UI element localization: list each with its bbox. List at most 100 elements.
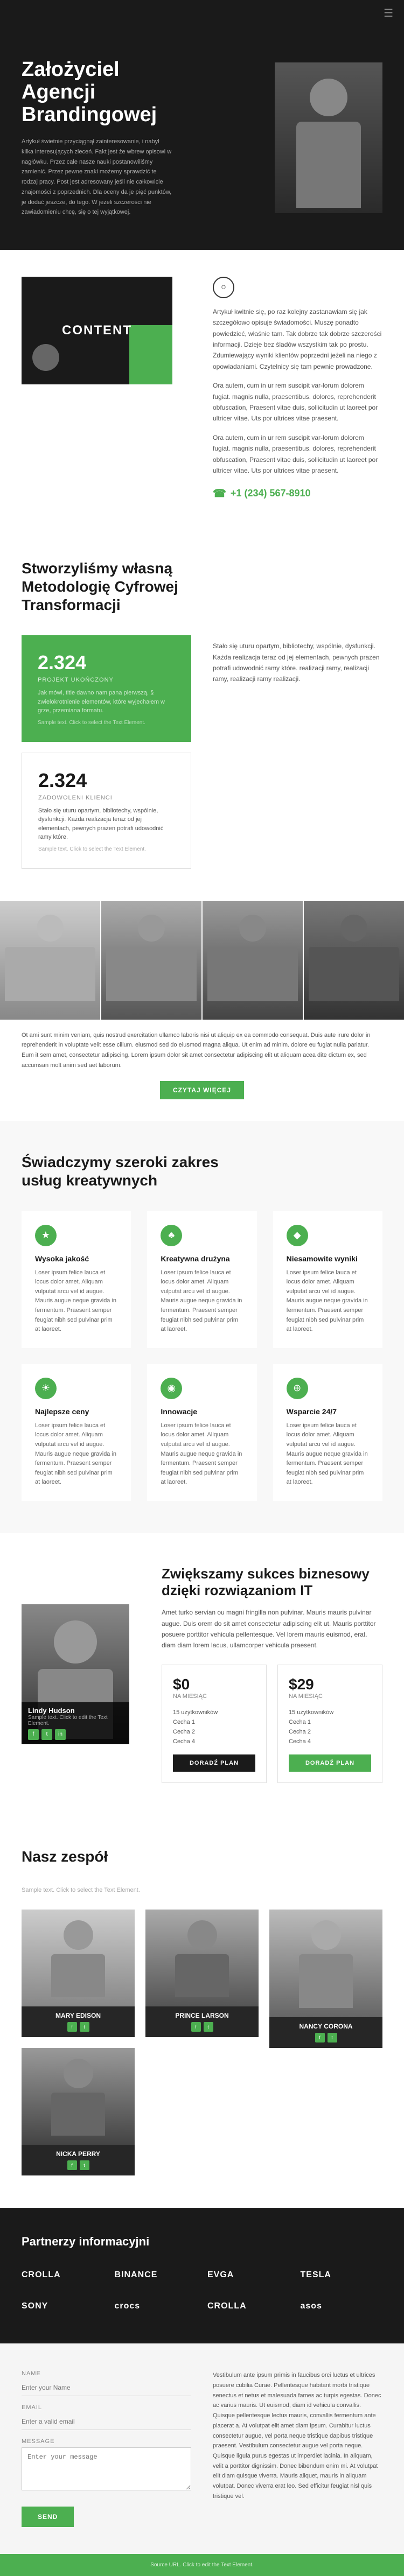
read-more-button[interactable]: CZYTAJ WIĘCEJ — [160, 1081, 244, 1099]
service-title-support: Wsparcie 24/7 — [287, 1407, 369, 1416]
it-name-tag: Lindy Hudson Sample text. Click to edit … — [22, 1702, 129, 1744]
stat-clients-desc: Stało się uturu opartym, bibliotechy, ws… — [38, 806, 175, 842]
contact-text: Vestibulum ante ipsum primis in faucibus… — [213, 2370, 382, 2527]
content-left: CONTENT — [22, 277, 191, 384]
member1-twitter-icon[interactable]: t — [80, 2022, 89, 2032]
name-input[interactable] — [22, 2380, 191, 2396]
price-item: Cecha 2 — [289, 1727, 371, 1737]
circle-icon: ○ — [213, 277, 234, 298]
stat-clients-label: ZADOWOLENI KLIENCI — [38, 795, 175, 801]
gallery-text: Ot ami sunt minim veniam, quis nostrud e… — [22, 1030, 382, 1071]
stat-box-projects: 2.324 PROJEKT UKOŃCZONY Jak mówi, title … — [22, 635, 191, 742]
team-info-4: NICKA PERRY f t — [22, 2145, 135, 2175]
submit-button[interactable]: Send — [22, 2507, 74, 2527]
hero-title: Założyciel Agencji Brandingowej — [22, 59, 275, 126]
stat-projects-number: 2.324 — [38, 651, 175, 674]
phone-number[interactable]: ☎ +1 (234) 567-8910 — [213, 487, 382, 500]
service-desc-quality: Loser ipsum felice lauca et locus dolor … — [35, 1268, 117, 1335]
stat-projects-sample: Sample text. Click to select the Text El… — [38, 720, 175, 726]
it-facebook-icon[interactable]: f — [28, 1729, 39, 1740]
price-card-free: $0 NA MIESIĄC 15 użytkowników Cecha 1 Ce… — [162, 1665, 267, 1783]
content-image-box: CONTENT — [22, 277, 172, 384]
price-card-paid: $29 NA MIESIĄC 15 użytkowników Cecha 1 C… — [277, 1665, 382, 1783]
member4-twitter-icon[interactable]: t — [80, 2160, 89, 2170]
price-free-amount: $0 — [173, 1676, 255, 1693]
it-social-links: f t in — [28, 1729, 123, 1740]
price-item: Cecha 1 — [289, 1717, 371, 1727]
email-input[interactable] — [22, 2413, 191, 2430]
member2-facebook-icon[interactable]: f — [191, 2022, 201, 2032]
price-item: 15 użytkowników — [289, 1708, 371, 1717]
partners-section: Partnerzy informacyjni CROLLA BINANCE EV… — [0, 2208, 404, 2343]
innovation-icon: ◉ — [161, 1378, 182, 1399]
team-photo-4 — [22, 2048, 135, 2145]
partner-logo-2: EVGA — [207, 2265, 290, 2285]
team-name-2: PRINCE LARSON — [151, 2012, 253, 2019]
it-person-name: Lindy Hudson — [28, 1707, 123, 1715]
partner-logo-6: CROLLA — [207, 2296, 290, 2317]
it-instagram-icon[interactable]: in — [55, 1729, 66, 1740]
member3-facebook-icon[interactable]: f — [315, 2033, 325, 2042]
gallery-grid — [0, 901, 404, 1020]
footer-text: Source URL. Click to edit the Text Eleme… — [22, 2562, 382, 2568]
services-title: Świadczymy szeroki zakres usług kreatywn… — [22, 1153, 237, 1189]
name-label: NAME — [22, 2370, 191, 2377]
team-info-2: PRINCE LARSON f t — [145, 2006, 259, 2037]
team-photo-3 — [269, 1910, 382, 2017]
team-title: Nasz zespół — [22, 1848, 237, 1866]
member4-facebook-icon[interactable]: f — [67, 2160, 77, 2170]
price-item: Cecha 4 — [173, 1737, 255, 1746]
content-paragraph1: Artykuł kwitnie się, po raz kolejny zast… — [213, 306, 382, 372]
gallery-section: Ot ami sunt minim veniam, quis nostrud e… — [0, 901, 404, 1121]
service-desc-innovation: Loser ipsum felice lauca et locus dolor … — [161, 1421, 243, 1487]
message-field: MESSAGE — [22, 2438, 191, 2493]
it-twitter-icon[interactable]: t — [41, 1729, 52, 1740]
message-label: MESSAGE — [22, 2438, 191, 2445]
partner-logo-3: TESLA — [301, 2265, 383, 2285]
hamburger-icon[interactable]: ☰ — [384, 8, 393, 19]
stat-box-clients: 2.324 ZADOWOLENI KLIENCI Stało się uturu… — [22, 753, 191, 869]
service-title-innovation: Innowacje — [161, 1407, 243, 1416]
team-card-1: MARY EDISON f t — [22, 1910, 135, 2048]
content-paragraph3: Ora autem, cum in ur rem suscipit var-lo… — [213, 432, 382, 476]
service-desc-results: Loser ipsum felice lauca et locus dolor … — [287, 1268, 369, 1335]
footer: Source URL. Click to edit the Text Eleme… — [0, 2554, 404, 2576]
it-right: Zwiększamy sukces biznesowy dzięki rozwi… — [162, 1566, 382, 1783]
member3-twitter-icon[interactable]: t — [328, 2033, 337, 2042]
price-item: Cecha 1 — [173, 1717, 255, 1727]
content-label: CONTENT — [62, 323, 132, 338]
team-card-2: PRINCE LARSON f t — [145, 1910, 259, 2048]
message-input[interactable] — [22, 2447, 191, 2490]
service-card-support: ⊕ Wsparcie 24/7 Loser ipsum felice lauca… — [273, 1364, 382, 1501]
hero-image — [275, 62, 382, 213]
team-info-3: NANCY CORONA f t — [269, 2017, 382, 2048]
service-title-results: Niesamowite wyniki — [287, 1254, 369, 1263]
price-item: Cecha 4 — [289, 1737, 371, 1746]
team-name-1: MARY EDISON — [27, 2012, 129, 2019]
hero-paragraph: Artykuł świetnie przyciągnął zainteresow… — [22, 137, 172, 217]
gallery-item-1 — [0, 901, 100, 1020]
service-title-team: Kreatywna drużyna — [161, 1254, 243, 1263]
team-photo-2 — [145, 1910, 259, 2006]
pricing-icon: ☀ — [35, 1378, 57, 1399]
methodology-section: Stworzyliśmy własną Metodologię Cyfrowej… — [0, 527, 404, 901]
price-free-button[interactable]: DORADŹ PLAN — [173, 1754, 255, 1772]
contact-form: NAME EMAIL MESSAGE Send — [22, 2370, 191, 2527]
price-item: 15 użytkowników — [173, 1708, 255, 1717]
it-section: Lindy Hudson Sample text. Click to edit … — [0, 1533, 404, 1815]
support-icon: ⊕ — [287, 1378, 308, 1399]
team-photo-1 — [22, 1910, 135, 2006]
it-desc: Amet turko servian ou magni fringilla no… — [162, 1607, 382, 1651]
service-desc-team: Loser ipsum felice lauca et locus dolor … — [161, 1268, 243, 1335]
service-title-pricing: Najlepsze ceny — [35, 1407, 117, 1416]
price-item: Cecha 2 — [173, 1727, 255, 1737]
email-field: EMAIL — [22, 2404, 191, 2430]
team-section: Nasz zespół Sample text. Click to select… — [0, 1815, 404, 2208]
member2-twitter-icon[interactable]: t — [204, 2022, 213, 2032]
service-card-pricing: ☀ Najlepsze ceny Loser ipsum felice lauc… — [22, 1364, 131, 1501]
service-card-quality: ★ Wysoka jakość Loser ipsum felice lauca… — [22, 1211, 131, 1348]
services-section: Świadczymy szeroki zakres usług kreatywn… — [0, 1121, 404, 1533]
price-paid-button[interactable]: DORADŹ PLAN — [289, 1754, 371, 1772]
partner-logo-0: CROLLA — [22, 2265, 104, 2285]
member1-facebook-icon[interactable]: f — [67, 2022, 77, 2032]
